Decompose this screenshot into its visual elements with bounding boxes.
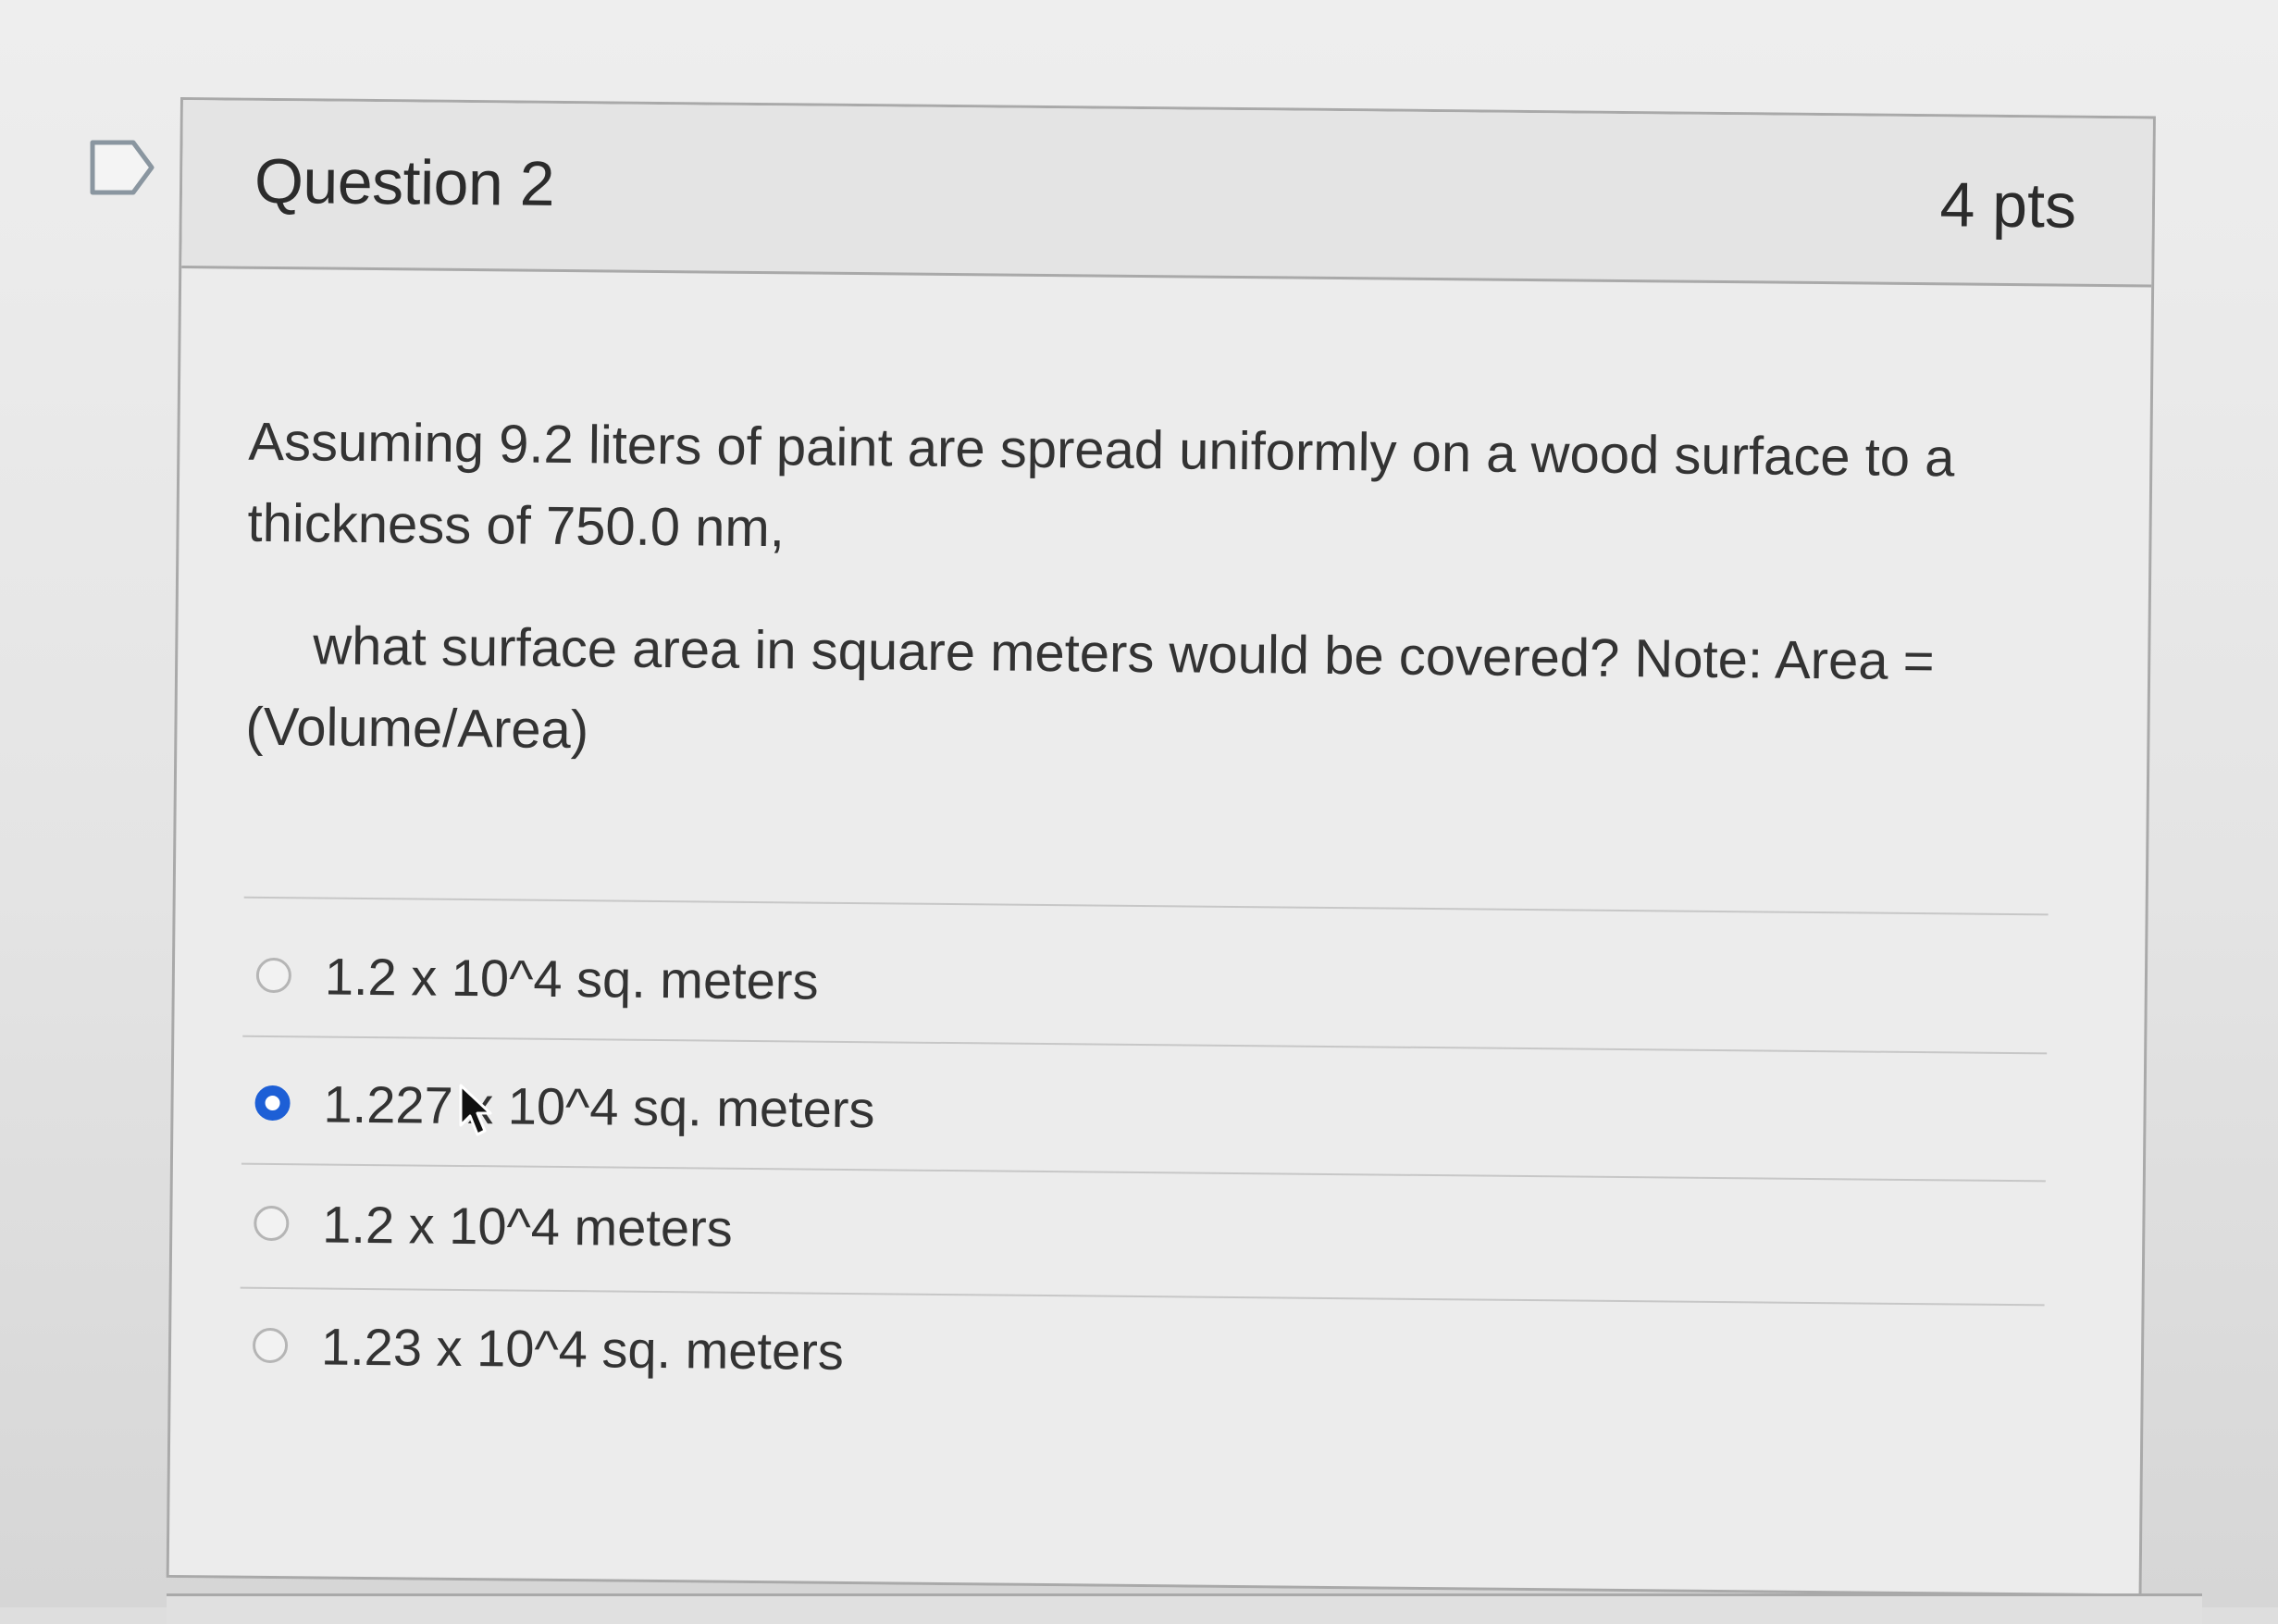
radio-button[interactable] [255, 957, 292, 994]
mouse-pointer-icon [459, 1084, 492, 1136]
question-prompt: what surface area in square meters would… [245, 615, 1935, 761]
answer-option[interactable]: 1.23 x 10^4 sq. meters [252, 1299, 2012, 1408]
question-header: Question 2 4 pts [181, 100, 2153, 288]
next-question-card-edge [167, 1593, 2202, 1624]
answer-option-selected[interactable]: 1.227 x 10^4 sq. meters [254, 1057, 2013, 1166]
answers-divider [243, 896, 2049, 916]
question-points: 4 pts [1939, 169, 2077, 242]
radio-button-selected[interactable] [254, 1085, 291, 1122]
answer-option[interactable]: 1.2 x 10^4 meters [254, 1177, 2012, 1286]
answer-option[interactable]: 1.2 x 10^4 sq. meters [255, 929, 2014, 1038]
answer-label[interactable]: 1.23 x 10^4 sq. meters [321, 1316, 844, 1381]
answer-label[interactable]: 1.227 x 10^4 sq. meters [323, 1073, 875, 1139]
radio-button[interactable] [254, 1205, 290, 1242]
question-title: Question 2 [254, 145, 555, 219]
flag-question-icon[interactable] [89, 139, 155, 196]
answer-divider [242, 1035, 2048, 1055]
question-text: Assuming 9.2 liters of paint are spread … [247, 411, 1955, 559]
question-card: Question 2 4 pts Assuming 9.2 liters of … [166, 97, 2156, 1597]
radio-button[interactable] [252, 1327, 289, 1364]
answer-label[interactable]: 1.2 x 10^4 meters [322, 1194, 733, 1258]
answer-label[interactable]: 1.2 x 10^4 sq. meters [325, 946, 819, 1010]
